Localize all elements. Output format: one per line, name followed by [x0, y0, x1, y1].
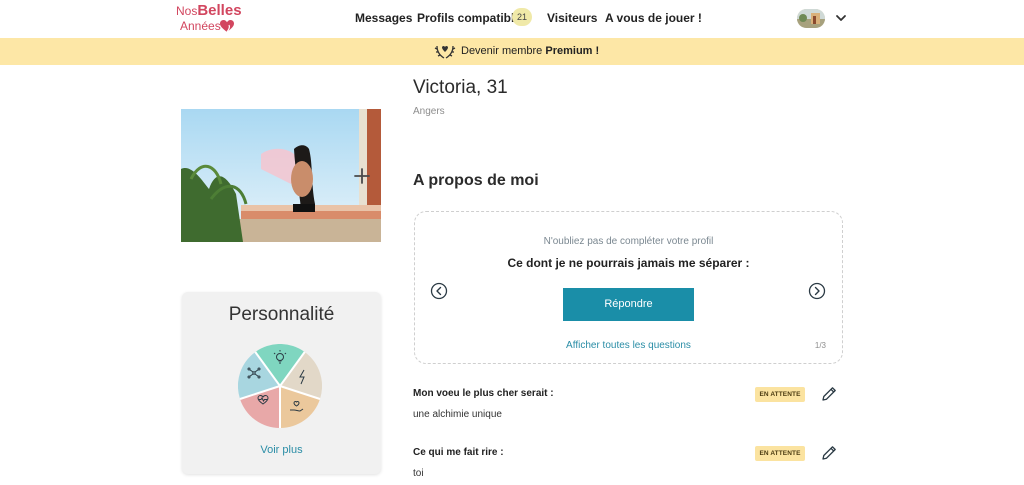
avatar-image	[797, 9, 825, 28]
user-avatar[interactable]	[797, 9, 825, 28]
chevron-left-icon[interactable]	[430, 282, 448, 300]
laurel-heart-icon	[434, 45, 456, 59]
premium-banner[interactable]: Devenir membre Premium !	[0, 38, 1024, 65]
reply-button[interactable]: Répondre	[563, 288, 694, 321]
question-pager: 1/3	[814, 341, 826, 350]
chevron-right-icon[interactable]	[808, 282, 826, 300]
about-title: A propos de moi	[413, 172, 539, 189]
answer-label-1: Mon voeu le plus cher serait :	[413, 388, 554, 399]
profils-count-badge: 21	[512, 8, 532, 26]
nav-messages[interactable]: Messages	[355, 11, 412, 25]
personality-see-more-link[interactable]: Voir plus	[182, 444, 381, 457]
personality-title: Personnalité	[228, 304, 335, 325]
personality-pie[interactable]	[238, 344, 322, 428]
premium-prefix: Devenir membre	[461, 45, 543, 57]
status-badge-2: EN ATTENTE	[755, 446, 805, 461]
question-text: Ce dont je ne pourrais jamais me séparer…	[507, 256, 750, 270]
answer-text-1: une alchimie unique	[413, 409, 502, 420]
logo-bold: Belles	[197, 2, 242, 19]
add-photo-icon[interactable]	[346, 160, 378, 192]
pencil-icon[interactable]	[820, 385, 838, 403]
nav-visiteurs[interactable]: Visiteurs	[547, 11, 597, 25]
question-carousel: N'oubliez pas de compléter votre profil …	[414, 211, 843, 364]
profile-city: Angers	[413, 106, 445, 117]
status-badge-1: EN ATTENTE	[755, 387, 805, 402]
site-logo[interactable]: NosBelles Années	[176, 2, 242, 34]
logo-heart-icon	[220, 20, 234, 33]
top-header: NosBelles Années Messages Profils compat…	[0, 0, 1024, 38]
personality-card: Personnalité Voir plus	[182, 292, 381, 474]
premium-bold: Premium !	[545, 45, 600, 57]
pencil-icon[interactable]	[820, 444, 838, 462]
answer-text-2: toi	[413, 468, 424, 479]
logo-line2: Années	[180, 19, 221, 33]
logo-prefix: Nos	[176, 4, 198, 18]
chevron-down-icon[interactable]	[835, 12, 847, 24]
answer-label-2: Ce qui me fait rire :	[413, 447, 504, 458]
profile-name: Victoria, 31	[413, 77, 508, 98]
nav-a-vous-de-jouer[interactable]: A vous de jouer !	[605, 11, 702, 25]
show-all-questions-link[interactable]: Afficher toutes les questions	[415, 340, 842, 352]
complete-profile-hint: N'oubliez pas de compléter votre profil	[543, 236, 714, 247]
